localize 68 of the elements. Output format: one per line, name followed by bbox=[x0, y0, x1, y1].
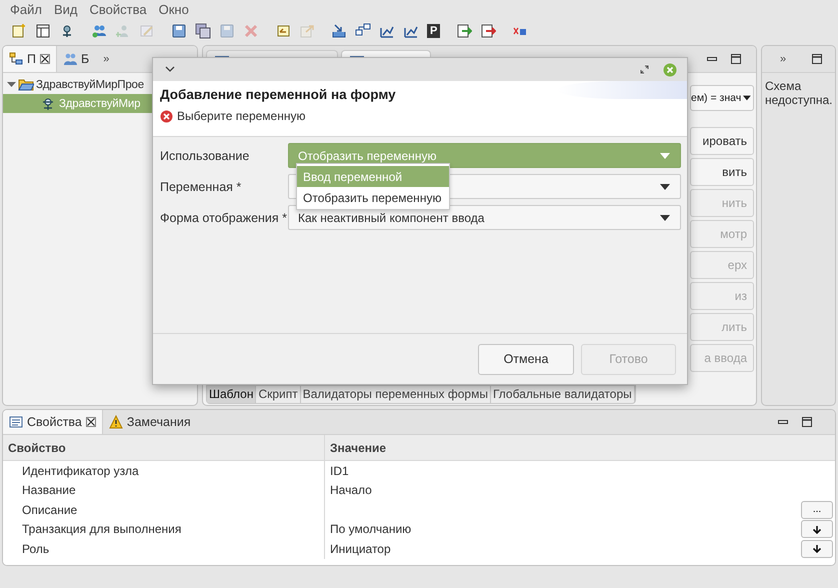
table-cell: Название bbox=[22, 483, 76, 498]
outline-message: Схема недоступна. bbox=[764, 78, 834, 110]
ellipsis-button[interactable]: ... bbox=[801, 500, 833, 519]
dropdown-button[interactable] bbox=[801, 540, 833, 558]
editor-page-tab[interactable]: Скрипт bbox=[256, 386, 301, 403]
toolbar-icon[interactable] bbox=[194, 22, 212, 40]
action-button[interactable]: ировать bbox=[690, 127, 754, 155]
panel-tab[interactable]: Б bbox=[56, 46, 96, 72]
toolbar-button[interactable]: P bbox=[426, 22, 442, 40]
table-cell: Идентификатор узла bbox=[22, 464, 139, 478]
table-cell: Транзакция для выполнения bbox=[22, 522, 182, 536]
panel-tab[interactable]: Замечания bbox=[102, 410, 197, 434]
toolbar-icon[interactable] bbox=[455, 22, 474, 40]
maximize-icon[interactable] bbox=[801, 416, 813, 428]
dropdown-arrow-icon bbox=[660, 152, 670, 158]
minimize-icon[interactable] bbox=[706, 54, 718, 64]
folder-icon bbox=[18, 78, 34, 91]
menu-item[interactable]: Окно bbox=[152, 2, 195, 16]
warning-icon bbox=[108, 415, 123, 429]
dropdown-field[interactable]: Как неактивный компонент ввода bbox=[288, 205, 681, 230]
process-icon bbox=[41, 96, 55, 110]
menu-item[interactable]: Файл bbox=[4, 2, 48, 16]
toolbar-icon[interactable] bbox=[479, 22, 498, 40]
editor-page-tab[interactable]: Шаблон bbox=[207, 386, 256, 403]
dropdown-arrow-icon bbox=[743, 95, 751, 101]
overflow-chevron[interactable]: » bbox=[103, 53, 110, 65]
properties-icon bbox=[9, 415, 23, 429]
menu-item[interactable]: Свойства bbox=[84, 2, 153, 16]
toolbar-icon[interactable] bbox=[330, 22, 348, 40]
dropdown-button[interactable] bbox=[801, 520, 833, 538]
down-arrow-icon bbox=[812, 544, 822, 554]
close-icon[interactable] bbox=[40, 54, 50, 64]
table-cell: Начало bbox=[330, 483, 372, 498]
close-icon[interactable] bbox=[86, 417, 96, 427]
maximize-icon[interactable] bbox=[730, 53, 742, 65]
panel-tab[interactable]: Свойства bbox=[3, 410, 103, 434]
editor-page-tab[interactable]: Валидаторы переменных формы bbox=[300, 386, 491, 403]
table-cell: Описание bbox=[22, 502, 78, 517]
down-arrow-icon bbox=[812, 524, 822, 534]
panel-tab[interactable]: П bbox=[3, 46, 57, 72]
dropdown-arrow-icon bbox=[660, 184, 670, 190]
hierarchy-icon bbox=[9, 52, 23, 66]
table-cell: По умолчанию bbox=[330, 522, 412, 536]
toolbar-icon[interactable] bbox=[34, 22, 52, 40]
menu-item[interactable]: Вид bbox=[48, 2, 84, 16]
error-icon bbox=[160, 110, 173, 122]
dropdown-arrow-icon bbox=[660, 214, 670, 220]
people-icon bbox=[62, 52, 77, 66]
table-cell: Инициатор bbox=[330, 542, 391, 556]
toolbar-icon[interactable] bbox=[170, 22, 188, 40]
chevron-down-icon[interactable] bbox=[165, 66, 175, 73]
column-header[interactable]: Свойство bbox=[3, 435, 325, 460]
overflow-chevron[interactable]: » bbox=[780, 53, 786, 65]
minimize-icon[interactable] bbox=[777, 417, 789, 427]
maximize-icon[interactable] bbox=[811, 53, 823, 65]
action-button[interactable]: вить bbox=[690, 158, 754, 186]
maximize-icon[interactable] bbox=[640, 65, 649, 74]
field-label: Переменная * bbox=[160, 180, 242, 194]
editor-page-tab[interactable]: Глобальные валидаторы bbox=[490, 386, 635, 403]
condition-combo[interactable]: ем) = знач bbox=[690, 85, 754, 111]
expand-icon[interactable] bbox=[7, 80, 16, 89]
dropdown-option[interactable]: Отобразить переменную bbox=[297, 187, 449, 208]
field-label: Форма отображения * bbox=[160, 210, 288, 224]
column-header[interactable]: Значение bbox=[325, 435, 835, 460]
table-cell: ID1 bbox=[330, 464, 349, 478]
table-cell: Роль bbox=[22, 542, 50, 556]
field-label: Использование bbox=[160, 148, 250, 162]
dialog-button[interactable]: Отмена bbox=[478, 344, 574, 374]
